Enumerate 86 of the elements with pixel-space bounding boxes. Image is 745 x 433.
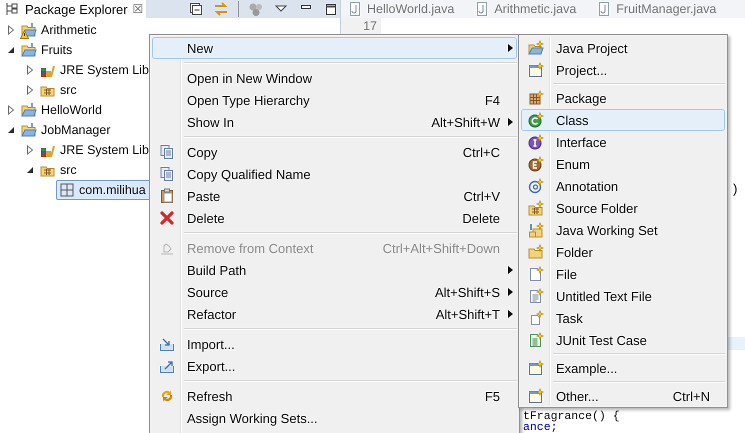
menu-item[interactable]: Copy Qualified Name xyxy=(152,163,517,185)
expand-arrow-icon[interactable] xyxy=(26,85,34,95)
menu-item[interactable]: JUnit Test Case xyxy=(521,329,725,351)
menu-item[interactable]: Assign Working Sets... xyxy=(152,407,517,429)
window-icon xyxy=(528,388,544,404)
tree-item[interactable]: HelloWorld xyxy=(18,100,107,120)
project-folder-icon xyxy=(21,102,37,118)
menu-item[interactable]: Class xyxy=(521,109,725,131)
package-explorer-icon xyxy=(4,1,20,17)
menu-item[interactable]: Source Folder xyxy=(521,197,725,219)
menu-item[interactable]: Java Working Set xyxy=(521,219,725,241)
menu-item[interactable]: Other... Ctrl+N xyxy=(521,385,725,407)
menu-item[interactable]: Export... xyxy=(152,355,517,377)
clipboard-icon xyxy=(159,188,175,204)
menu-item[interactable]: New xyxy=(152,37,517,59)
menu-item[interactable]: Refresh F5 xyxy=(152,385,517,407)
menu-item[interactable]: Task xyxy=(521,307,725,329)
code-line: ) xyxy=(731,182,739,197)
menu-item[interactable]: Open in New Window xyxy=(152,67,517,89)
tree-item[interactable]: Arithmetic xyxy=(18,20,102,40)
circle-icon xyxy=(528,156,544,172)
package-folder-icon xyxy=(528,200,544,216)
shapes-icon xyxy=(528,222,544,238)
menu-item[interactable]: Package xyxy=(521,87,725,109)
collapse-all-icon[interactable] xyxy=(188,1,204,17)
menu-item[interactable]: Import... xyxy=(152,333,517,355)
menu-item[interactable]: Open Type Hierarchy F4 xyxy=(152,89,517,111)
cross-icon xyxy=(159,210,175,226)
tree-item[interactable]: Fruits xyxy=(18,40,78,60)
expand-arrow-icon[interactable] xyxy=(7,25,15,35)
at-sign-icon xyxy=(528,178,544,194)
editor-tab[interactable]: HelloWorld.java xyxy=(347,1,454,17)
circle-icon xyxy=(528,112,544,128)
menu-item[interactable]: Interface xyxy=(521,131,725,153)
menu-item[interactable]: Folder xyxy=(521,241,725,263)
tree-item[interactable]: JRE System Lib xyxy=(37,60,154,80)
editor-tab[interactable]: Arithmetic.java xyxy=(474,1,576,17)
documents-icon xyxy=(159,144,175,160)
collapse-arrow-icon[interactable] xyxy=(26,165,34,175)
tree-item[interactable]: com.milihua xyxy=(56,180,151,200)
expand-arrow-icon[interactable] xyxy=(7,105,15,115)
folder-icon xyxy=(528,244,544,260)
expand-arrow-icon[interactable] xyxy=(26,145,34,155)
file-icon xyxy=(528,266,544,282)
package-icon xyxy=(528,90,544,106)
window-icon xyxy=(528,360,544,376)
menu-item[interactable]: Project... xyxy=(521,59,725,81)
menu-item[interactable]: Paste Ctrl+V xyxy=(152,185,517,207)
refresh-icon xyxy=(159,388,175,404)
expand-arrow-icon[interactable] xyxy=(26,65,34,75)
tree-item[interactable]: JobManager xyxy=(18,120,116,140)
tree-item[interactable]: src xyxy=(37,160,82,180)
test-file-icon xyxy=(528,332,544,348)
editor-tab[interactable]: FruitManager.java xyxy=(596,1,716,17)
menu-item[interactable]: File xyxy=(521,263,725,285)
maximize-icon[interactable] xyxy=(323,1,339,17)
menu-item[interactable]: Annotation xyxy=(521,175,725,197)
menu-item[interactable]: Untitled Text File xyxy=(521,285,725,307)
package-icon xyxy=(59,182,75,198)
menu-item[interactable]: Enum xyxy=(521,153,725,175)
menu-item[interactable]: Delete Delete xyxy=(152,207,517,229)
collapse-arrow-icon[interactable] xyxy=(7,45,15,55)
window-icon xyxy=(528,62,544,78)
folder-icon xyxy=(528,40,544,56)
import-icon xyxy=(159,336,175,352)
menu-item[interactable]: Copy Ctrl+C xyxy=(152,141,517,163)
tree-item[interactable]: JRE System Lib xyxy=(37,140,154,160)
close-tab-button[interactable]: ☒ xyxy=(132,2,144,16)
menu-item[interactable]: Java Project xyxy=(521,37,725,59)
code-line: ance; xyxy=(523,422,558,433)
documents-icon xyxy=(159,166,175,182)
collapse-arrow-icon[interactable] xyxy=(7,125,15,135)
project-folder-icon xyxy=(21,122,37,138)
menu-item[interactable]: Example... xyxy=(521,357,725,379)
code-line: tFragrance() { xyxy=(523,411,620,422)
view-title[interactable]: Package Explorer xyxy=(25,2,128,16)
tree-item[interactable]: src xyxy=(37,80,82,100)
menu-item[interactable]: Build Path xyxy=(152,259,517,281)
circle-icon xyxy=(528,134,544,150)
menu-item[interactable]: Refactor Alt+Shift+T xyxy=(152,303,517,325)
menu-item[interactable]: Show In Alt+Shift+W xyxy=(152,111,517,133)
line-number: 17 xyxy=(363,19,377,33)
text-file-icon xyxy=(528,288,544,304)
menu-item[interactable]: Source Alt+Shift+S xyxy=(152,281,517,303)
project-folder-icon xyxy=(21,42,37,58)
page-icon xyxy=(528,310,544,326)
